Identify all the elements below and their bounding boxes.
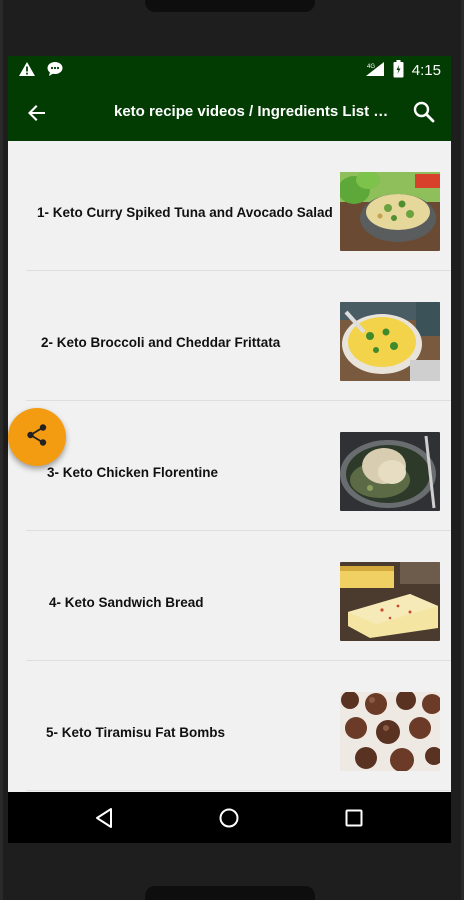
recipe-title: 1- Keto Curry Spiked Tuna and Avocado Sa… bbox=[37, 205, 333, 220]
page-title: keto recipe videos / Ingredients List Re… bbox=[114, 103, 394, 120]
nav-home-button[interactable] bbox=[216, 805, 242, 831]
phone-frame bbox=[0, 0, 3, 900]
warning-icon bbox=[18, 61, 36, 82]
recipe-thumbnail bbox=[340, 432, 440, 511]
phone-speaker bbox=[145, 886, 315, 900]
recipe-list: 1- Keto Curry Spiked Tuna and Avocado Sa… bbox=[8, 141, 451, 791]
share-icon bbox=[24, 422, 50, 453]
recipe-title: 2- Keto Broccoli and Cheddar Frittata bbox=[41, 335, 281, 350]
recipe-item[interactable]: 5- Keto Tiramisu Fat Bombs bbox=[8, 661, 451, 791]
recipe-title: 5- Keto Tiramisu Fat Bombs bbox=[46, 725, 226, 740]
app-screen: 4G 4:15 keto recipe videos / Ingredients bbox=[8, 56, 451, 843]
recipe-title: 4- Keto Sandwich Bread bbox=[49, 595, 204, 610]
search-icon bbox=[411, 101, 437, 129]
recipe-thumbnail bbox=[340, 172, 440, 251]
recipe-thumbnail bbox=[340, 692, 440, 771]
nav-back-icon bbox=[92, 808, 118, 835]
system-nav-bar bbox=[8, 792, 451, 843]
nav-home-icon bbox=[216, 808, 242, 835]
phone-speaker bbox=[145, 0, 315, 12]
recipe-item[interactable]: 2- Keto Broccoli and Cheddar Frittata bbox=[8, 271, 451, 401]
divider bbox=[26, 790, 451, 791]
status-bar: 4G 4:15 bbox=[8, 56, 451, 84]
app-bar: keto recipe videos / Ingredients List Re… bbox=[8, 84, 451, 141]
search-button[interactable] bbox=[411, 99, 437, 125]
arrow-back-icon bbox=[24, 105, 50, 130]
battery-icon bbox=[393, 60, 404, 81]
share-button[interactable] bbox=[8, 408, 66, 466]
recipe-item[interactable]: 3- Keto Chicken Florentine bbox=[8, 401, 451, 531]
back-button[interactable] bbox=[24, 100, 50, 126]
nav-recents-icon bbox=[341, 809, 367, 835]
recipe-thumbnail bbox=[340, 562, 440, 641]
recipe-item[interactable]: 4- Keto Sandwich Bread bbox=[8, 531, 451, 661]
nav-back-button[interactable] bbox=[92, 805, 118, 831]
recipe-title: 3- Keto Chicken Florentine bbox=[47, 465, 219, 480]
recipe-item[interactable]: 1- Keto Curry Spiked Tuna and Avocado Sa… bbox=[8, 141, 451, 271]
status-time: 4:15 bbox=[411, 62, 441, 79]
chat-notification-icon bbox=[46, 61, 64, 82]
recipe-thumbnail bbox=[340, 302, 440, 381]
svg-text:4G: 4G bbox=[367, 64, 375, 70]
nav-recents-button[interactable] bbox=[341, 805, 367, 831]
signal-icon: 4G bbox=[365, 61, 385, 80]
